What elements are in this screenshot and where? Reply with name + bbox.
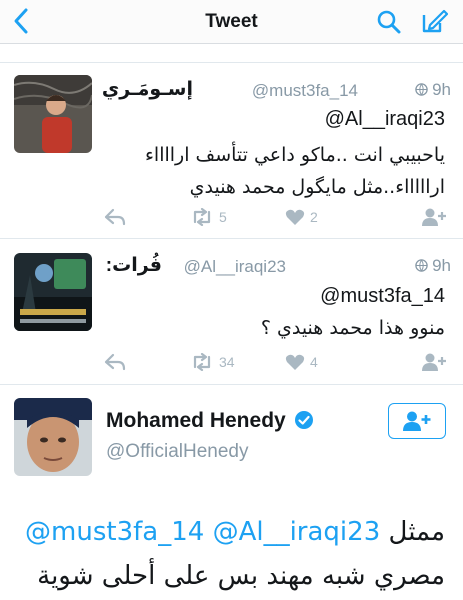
reply-mention[interactable]: @Al__iraqi23: [325, 108, 445, 131]
tweet-text-line: منوو هذا محمد هنيدي ؟: [260, 317, 445, 339]
tweet-author[interactable]: @must3fa_14: [252, 80, 358, 101]
author-handle: @must3fa_14: [251, 81, 358, 100]
mention-link[interactable]: @must3fa_14: [25, 517, 204, 547]
author-handle: @Al__iraqi23: [183, 257, 286, 276]
main-author[interactable]: Mohamed Henedy: [106, 409, 314, 433]
follow-icon-button[interactable]: [422, 350, 446, 374]
like-count: 2: [310, 209, 318, 225]
mention-link[interactable]: @Al__iraqi23: [213, 517, 381, 547]
retweet-button[interactable]: 5: [190, 205, 227, 229]
divider: [0, 238, 463, 239]
author-name[interactable]: إسـومَـري: [102, 78, 193, 101]
retweet-count: 5: [219, 209, 227, 225]
retweet-count: 34: [219, 354, 235, 370]
reply-button[interactable]: [104, 350, 126, 374]
heart-icon: [285, 209, 305, 225]
add-user-icon: [403, 411, 431, 431]
author-name[interactable]: فُرات:: [106, 254, 162, 277]
compose-icon[interactable]: [420, 7, 448, 35]
divider: [0, 384, 463, 385]
tweet-actions: 34 4: [0, 350, 463, 374]
tweet-author[interactable]: @Al__iraqi23: [184, 256, 286, 277]
retweet-icon: [193, 208, 211, 226]
reply-mention[interactable]: @must3fa_14: [320, 285, 445, 308]
search-icon[interactable]: [376, 9, 402, 35]
retweet-button[interactable]: 34: [190, 350, 235, 374]
author-name: Mohamed Henedy: [106, 409, 286, 432]
main-tweet-word: ممثل: [388, 517, 446, 547]
like-button[interactable]: 4: [285, 350, 318, 374]
verified-badge-icon: [295, 411, 314, 429]
reply-button[interactable]: [104, 205, 126, 229]
heart-icon: [285, 354, 305, 370]
globe-icon: [415, 259, 428, 272]
follow-icon-button[interactable]: [422, 205, 446, 229]
main-tweet-text-line: ممثل @must3fa_14 @Al__iraqi23: [25, 512, 445, 552]
like-count: 4: [310, 354, 318, 370]
nav-bar: Tweet: [0, 0, 463, 44]
add-user-icon: [422, 353, 446, 371]
retweet-icon: [193, 353, 211, 371]
avatar[interactable]: [14, 398, 92, 476]
tweet-time: 9h: [415, 80, 451, 100]
like-button[interactable]: 2: [285, 205, 318, 229]
globe-icon: [415, 83, 428, 96]
add-user-icon: [422, 208, 446, 226]
avatar[interactable]: [14, 75, 92, 153]
reply-icon: [104, 353, 126, 371]
divider: [0, 62, 463, 63]
tweet-time: 9h: [415, 256, 451, 276]
main-tweet-text-line: مصري شبه مهند بس على أحلى شوية: [37, 561, 445, 591]
author-handle[interactable]: @OfficialHenedy: [106, 441, 249, 463]
follow-button[interactable]: [388, 403, 446, 439]
tweet-text-line: ياحبيبي انت ..ماكو داعي تتأسف ارااااء: [144, 144, 445, 166]
tweet-actions: 5 2: [0, 205, 463, 229]
reply-icon: [104, 208, 126, 226]
avatar[interactable]: [14, 253, 92, 331]
tweet-text-line: اراااااء..مثل مايگول محمد هنيدي: [189, 176, 445, 198]
